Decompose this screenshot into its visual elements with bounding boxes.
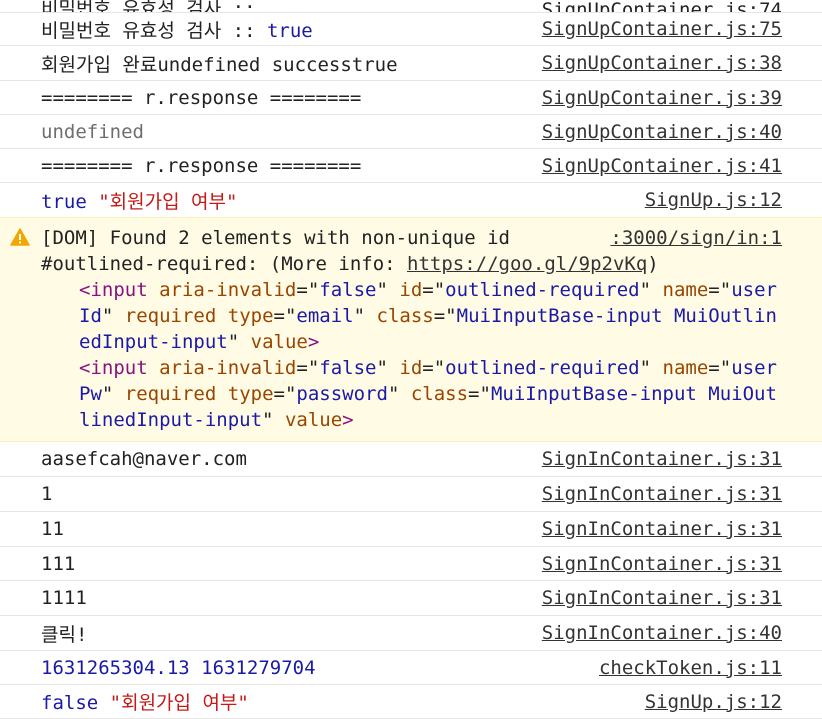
source-link[interactable]: SignUpContainer.js:40 [542, 121, 782, 143]
console-row: 1 SignInContainer.js:31 [0, 477, 822, 512]
console-row: 회원가입 완료undefined successtrue SignUpConta… [0, 46, 822, 81]
source-link[interactable]: SignInContainer.js:31 [542, 518, 782, 540]
source-link[interactable]: SignUp.js:12 [645, 691, 782, 713]
log-message: undefined [41, 120, 144, 143]
log-message: 111 [41, 552, 76, 575]
dom-node[interactable]: <input aria-invalid="false" id="outlined… [41, 277, 782, 355]
console-row: 11 SignInContainer.js:31 [0, 512, 822, 547]
log-message: 비밀번호 유효성 검사 :: true [41, 19, 313, 42]
console-row: 클릭! SignInContainer.js:40 [0, 616, 822, 651]
log-message: 1 [41, 483, 53, 505]
console-row: 111 SignInContainer.js:31 [0, 547, 822, 581]
more-info-link[interactable]: https://goo.gl/9p2vKq [407, 253, 647, 275]
console-row-partial: 비밀번호 유효성 검사 :: SignUpContainer.js:74 [0, 0, 822, 13]
warning-message: [DOM] Found 2 elements with non-unique i… [0, 217, 822, 442]
log-message: 회원가입 완료undefined successtrue [41, 53, 398, 76]
log-value: true [41, 190, 87, 213]
log-message: aasefcah@naver.com [41, 448, 247, 470]
console-row: 1111 SignInContainer.js:31 [0, 581, 822, 616]
source-link[interactable]: SignInContainer.js:40 [542, 622, 782, 644]
source-link[interactable]: SignUpContainer.js:41 [542, 155, 782, 177]
source-link[interactable]: SignUpContainer.js:74 [542, 0, 782, 12]
console-row: aasefcah@naver.com SignInContainer.js:31 [0, 442, 822, 477]
log-value: true [266, 19, 313, 42]
log-message: 비밀번호 유효성 검사 :: [41, 0, 256, 13]
console-row: true "회원가입 여부" SignUp.js:12 [0, 183, 822, 217]
source-link[interactable]: SignUpContainer.js:75 [542, 18, 782, 40]
log-message: ======== r.response ======== [41, 86, 362, 109]
log-value: 1631265304.13 1631279704 [41, 656, 316, 679]
log-message: true "회원가입 여부" [41, 187, 633, 214]
source-link[interactable]: SignInContainer.js:31 [542, 448, 782, 470]
source-link[interactable]: checkToken.js:11 [599, 657, 782, 679]
console-row: 비밀번호 유효성 검사 :: true SignUpContainer.js:7… [0, 13, 822, 46]
log-string: "회원가입 여부" [98, 190, 238, 213]
source-link[interactable]: SignUpContainer.js:38 [542, 52, 782, 74]
console-row: 1631265304.13 1631279704 checkToken.js:1… [0, 651, 822, 685]
console-panel: 비밀번호 유효성 검사 :: SignUpContainer.js:74 비밀번… [0, 0, 822, 719]
source-link[interactable]: SignInContainer.js:31 [542, 483, 782, 505]
source-link[interactable]: SignUpContainer.js:39 [542, 87, 782, 109]
log-value: false [41, 692, 99, 714]
console-row: undefined SignUpContainer.js:40 [0, 115, 822, 149]
source-link[interactable]: :3000/sign/in:1 [610, 225, 782, 251]
warning-title: [DOM] Found 2 elements with non-unique i… [41, 227, 510, 249]
log-message: 1111 [41, 587, 87, 609]
dom-node[interactable]: <input aria-invalid="false" id="outlined… [41, 355, 782, 433]
log-message: ======== r.response ======== [41, 154, 362, 177]
log-message: 클릭! [41, 623, 88, 646]
log-message: false "회원가입 여부" [41, 688, 633, 715]
warning-icon [10, 228, 30, 246]
source-link[interactable]: SignInContainer.js:31 [542, 553, 782, 575]
warning-selector-line: #outlined-required: (More info: https://… [41, 253, 659, 275]
console-row: ======== r.response ======== SignUpConta… [0, 149, 822, 183]
warning-head: [DOM] Found 2 elements with non-unique i… [41, 225, 782, 251]
source-link[interactable]: SignUp.js:12 [645, 189, 782, 211]
log-message: 11 [41, 518, 64, 540]
log-string: "회원가입 여부" [109, 692, 249, 714]
source-link[interactable]: SignInContainer.js:31 [542, 587, 782, 609]
console-row: ======== r.response ======== SignUpConta… [0, 81, 822, 115]
